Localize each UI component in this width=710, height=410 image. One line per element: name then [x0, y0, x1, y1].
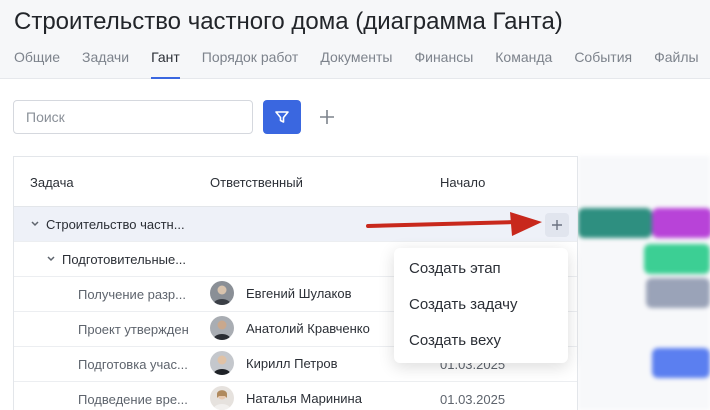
assignee: Кирилл Петров — [210, 351, 338, 375]
tab-general[interactable]: Общие — [14, 48, 60, 79]
task-name: Подготовительные... — [62, 252, 187, 267]
task-name: Получение разр... — [78, 287, 186, 302]
gantt-bar — [652, 348, 710, 378]
annotation-arrow-icon — [366, 212, 542, 236]
project-header: Строительство частного дома (диаграмма Г… — [0, 0, 710, 79]
task-name: Проект утвержден — [78, 322, 189, 337]
row-add-button[interactable] — [545, 213, 569, 237]
assignee-name: Евгений Шулаков — [246, 285, 352, 301]
tab-files[interactable]: Файлы — [654, 48, 698, 79]
filter-button[interactable] — [263, 100, 301, 134]
assignee: Евгений Шулаков — [210, 281, 352, 305]
assignee-name: Анатолий Кравченко — [246, 320, 370, 336]
assignee-name: Наталья Маринина — [246, 390, 362, 406]
tab-documents[interactable]: Документы — [320, 48, 392, 79]
gantt-bar — [652, 208, 710, 238]
gantt-bar — [578, 208, 652, 238]
avatar — [210, 386, 234, 410]
menu-item-create-task[interactable]: Создать задачу — [409, 296, 517, 313]
assignee: Наталья Маринина — [210, 386, 362, 410]
assignee: Анатолий Кравченко — [210, 316, 370, 340]
menu-item-create-milestone[interactable]: Создать веху — [409, 332, 501, 349]
page-title: Строительство частного дома (диаграмма Г… — [14, 8, 563, 35]
tab-events[interactable]: События — [574, 48, 632, 79]
add-button[interactable] — [312, 100, 342, 134]
tab-finance[interactable]: Финансы — [414, 48, 473, 79]
plus-icon — [320, 110, 334, 124]
table-header: Задача Ответственный Начало — [14, 157, 577, 207]
tab-work-order[interactable]: Порядок работ — [202, 48, 299, 79]
menu-item-create-stage[interactable]: Создать этап — [409, 260, 501, 277]
tab-gantt[interactable]: Гант — [151, 48, 180, 79]
gantt-chart-area — [578, 156, 710, 410]
search-input[interactable] — [13, 100, 253, 134]
tab-team[interactable]: Команда — [495, 48, 552, 79]
column-header-task: Задача — [30, 175, 74, 190]
tab-bar: Общие Задачи Гант Порядок работ Документ… — [14, 48, 710, 79]
context-menu: Создать этап Создать задачу Создать веху — [394, 248, 568, 363]
chevron-down-icon[interactable] — [46, 255, 56, 263]
avatar — [210, 281, 234, 305]
gantt-bar — [646, 278, 710, 308]
column-header-assignee: Ответственный — [210, 175, 303, 190]
task-name: Подготовка учас... — [78, 357, 188, 372]
column-header-start: Начало — [440, 175, 486, 190]
filter-icon — [275, 111, 289, 123]
assignee-name: Кирилл Петров — [246, 355, 338, 371]
table-row[interactable]: Подведение вре... Наталья Маринина 01.03… — [14, 382, 577, 410]
start-date: 01.03.2025 — [440, 392, 506, 407]
avatar — [210, 351, 234, 375]
task-name: Подведение вре... — [78, 392, 188, 407]
tab-tasks[interactable]: Задачи — [82, 48, 129, 79]
task-name: Строительство частн... — [46, 217, 185, 232]
plus-icon — [552, 220, 562, 230]
avatar — [210, 316, 234, 340]
chevron-down-icon[interactable] — [30, 220, 40, 228]
gantt-bar — [644, 244, 710, 274]
